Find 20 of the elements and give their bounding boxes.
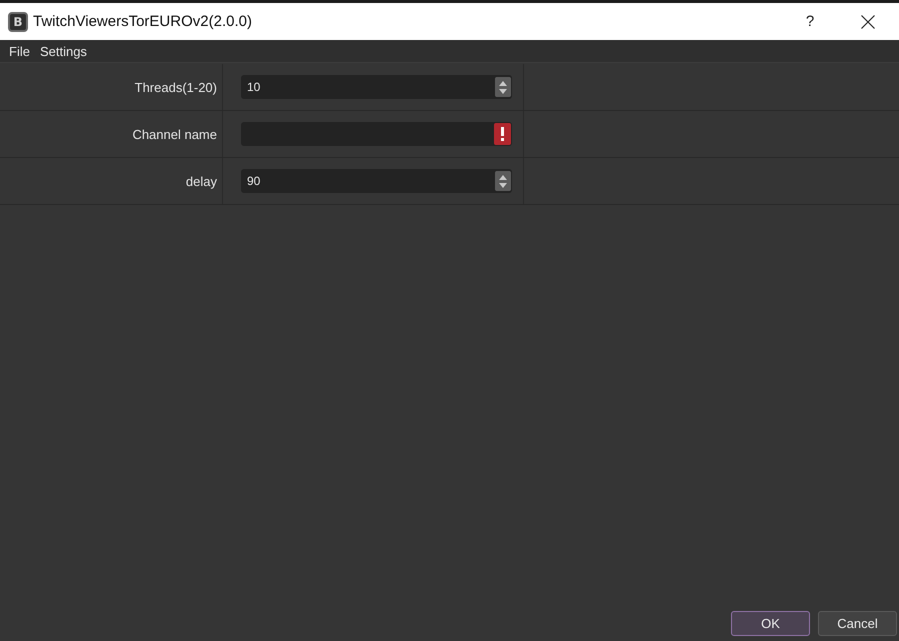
caret-up-icon — [499, 174, 507, 180]
default-button[interactable]: OK — [731, 611, 810, 636]
spin-box[interactable]: 90 — [241, 169, 512, 193]
spin-box[interactable]: 10 — [241, 75, 512, 99]
caret-down-icon — [499, 182, 507, 188]
field-label: delay — [186, 174, 217, 188]
app-logo: B — [8, 12, 28, 32]
spin-buttons[interactable] — [495, 171, 511, 191]
menu-item[interactable]: Settings — [34, 42, 92, 60]
caret-up-icon — [499, 80, 507, 86]
window-title: TwitchViewersTorEUROv2(2.0.0) — [33, 13, 253, 30]
spin-buttons[interactable] — [495, 77, 511, 97]
text-field[interactable] — [241, 122, 512, 146]
field-label: Channel name — [132, 126, 217, 142]
dialog-button[interactable]: Cancel — [818, 611, 897, 636]
field-label: Threads(1-20) — [134, 80, 217, 94]
help-button[interactable]: ? — [787, 3, 833, 40]
caret-down-icon — [499, 88, 507, 94]
close-icon — [861, 14, 875, 28]
menu-item[interactable]: File — [4, 42, 35, 60]
